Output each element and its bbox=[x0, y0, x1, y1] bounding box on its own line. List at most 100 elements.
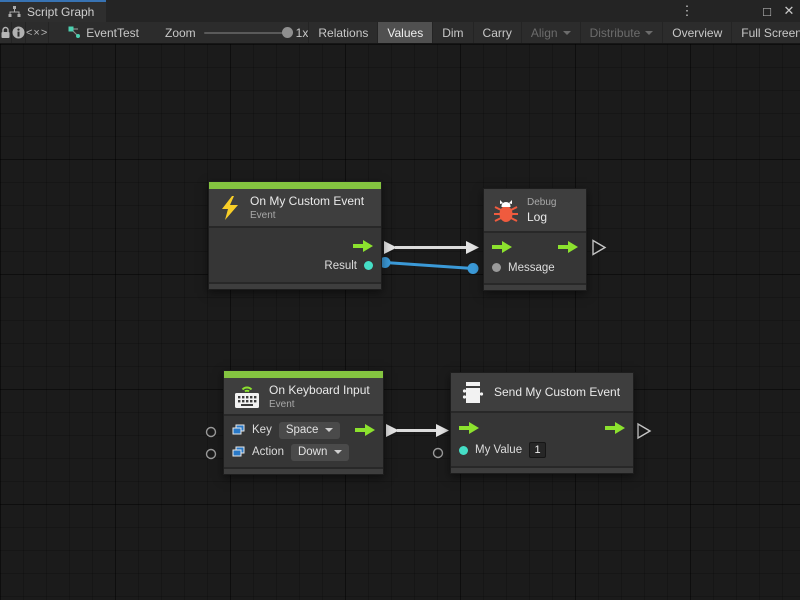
node-header[interactable]: On Keyboard Input Event bbox=[224, 378, 383, 416]
flow-out-marker-log bbox=[593, 241, 605, 255]
zoom-value: 1x bbox=[296, 26, 309, 40]
my-value-port-label: My Value bbox=[475, 444, 522, 456]
keyboard-icon bbox=[234, 384, 260, 409]
node-title: On My Custom Event bbox=[250, 194, 364, 208]
result-port-dot[interactable] bbox=[364, 261, 373, 270]
graph-hierarchy-icon bbox=[8, 6, 21, 18]
unit-machine-icon bbox=[461, 381, 485, 404]
relations-button[interactable]: Relations bbox=[308, 22, 377, 43]
tab-script-graph[interactable]: Script Graph bbox=[0, 0, 106, 22]
my-value-port-row[interactable]: My Value bbox=[451, 439, 633, 461]
unconnected-port-action bbox=[207, 450, 216, 459]
values-button[interactable]: Values bbox=[377, 22, 432, 43]
graph-canvas[interactable]: On My Custom Event Event Result bbox=[0, 44, 800, 600]
lightning-bolt-icon bbox=[219, 196, 241, 220]
node-body: My Value bbox=[451, 413, 633, 466]
key-dropdown[interactable]: Space bbox=[279, 422, 341, 439]
node-body: Key Space Action Do bbox=[224, 416, 383, 467]
inline-value-icon bbox=[232, 446, 245, 458]
graph-reference[interactable]: EventTest bbox=[67, 22, 139, 43]
flow-out-marker-send bbox=[638, 424, 650, 438]
graph-asset-icon bbox=[67, 26, 81, 39]
value-wire-result-to-message bbox=[380, 257, 479, 274]
code-toggle-button[interactable]: <×> bbox=[26, 22, 49, 43]
relations-label: Relations bbox=[318, 26, 368, 40]
message-port-label: Message bbox=[508, 262, 555, 274]
chevron-down-icon bbox=[334, 450, 342, 454]
node-body: Message bbox=[484, 233, 586, 283]
code-toggle-icon: <×> bbox=[26, 27, 48, 39]
node-footer bbox=[451, 466, 633, 473]
node-title: Log bbox=[527, 210, 556, 224]
chevron-down-icon bbox=[645, 31, 653, 35]
node-header[interactable]: Send My Custom Event bbox=[451, 373, 633, 413]
node-on-my-custom-event[interactable]: On My Custom Event Event Result bbox=[208, 181, 382, 290]
flow-out-arrow-icon bbox=[605, 422, 625, 434]
key-port-row[interactable]: Key Space bbox=[224, 419, 383, 441]
maximize-icon[interactable]: □ bbox=[756, 4, 778, 19]
node-on-keyboard-input[interactable]: On Keyboard Input Event Key Space bbox=[223, 370, 384, 475]
node-debug-log[interactable]: Debug Log Message bbox=[483, 188, 587, 291]
overview-button[interactable]: Overview bbox=[662, 22, 731, 43]
distribute-label: Distribute bbox=[590, 26, 641, 40]
flow-out-arrow-icon bbox=[355, 424, 375, 436]
node-header[interactable]: On My Custom Event Event bbox=[209, 189, 381, 228]
dim-button[interactable]: Dim bbox=[432, 22, 472, 43]
flow-wire-custom-event-to-log bbox=[384, 241, 479, 254]
flow-in-arrow-icon bbox=[492, 241, 512, 253]
fullscreen-label: Full Screen bbox=[741, 26, 800, 40]
action-dropdown-value: Down bbox=[298, 446, 327, 458]
node-footer bbox=[224, 467, 383, 474]
message-port-dot[interactable] bbox=[492, 263, 501, 272]
node-subtitle: Event bbox=[269, 399, 370, 410]
info-icon bbox=[12, 26, 25, 39]
result-port-label: Result bbox=[324, 260, 357, 272]
node-footer bbox=[209, 282, 381, 289]
node-category: Debug bbox=[527, 197, 556, 208]
zoom-slider-handle[interactable] bbox=[282, 27, 293, 38]
graph-name: EventTest bbox=[86, 26, 139, 40]
key-dropdown-value: Space bbox=[286, 424, 319, 436]
flow-out-arrow-icon bbox=[558, 241, 578, 253]
node-subtitle: Event bbox=[250, 210, 364, 221]
unconnected-port-key bbox=[207, 428, 216, 437]
toolbar-toggles: Relations Values Dim Carry Align Distrib… bbox=[308, 22, 800, 43]
connection-wires bbox=[0, 44, 800, 600]
align-label: Align bbox=[531, 26, 558, 40]
zoom-slider[interactable] bbox=[204, 32, 288, 34]
chevron-down-icon bbox=[563, 31, 571, 35]
node-body: Result bbox=[209, 228, 381, 282]
lock-button[interactable] bbox=[0, 22, 12, 43]
node-header[interactable]: Debug Log bbox=[484, 189, 586, 233]
inline-value-icon bbox=[232, 424, 245, 436]
event-accent-strip bbox=[224, 371, 383, 378]
action-port-row[interactable]: Action Down bbox=[224, 441, 383, 463]
align-dropdown[interactable]: Align bbox=[521, 22, 580, 43]
carry-label: Carry bbox=[483, 26, 512, 40]
action-dropdown[interactable]: Down bbox=[291, 444, 349, 461]
result-port-row[interactable]: Result bbox=[209, 257, 381, 274]
fullscreen-button[interactable]: Full Screen bbox=[731, 22, 800, 43]
flow-ports-row[interactable] bbox=[451, 417, 633, 439]
script-graph-window: Script Graph ⋮ □ ✕ <×> bbox=[0, 0, 800, 600]
node-send-my-custom-event[interactable]: Send My Custom Event My Value bbox=[450, 372, 634, 474]
window-menu-icon[interactable]: ⋮ bbox=[676, 3, 698, 19]
my-value-input[interactable] bbox=[529, 442, 546, 458]
close-icon[interactable]: ✕ bbox=[778, 3, 800, 19]
inspect-button[interactable] bbox=[12, 22, 26, 43]
distribute-dropdown[interactable]: Distribute bbox=[580, 22, 663, 43]
node-title: Send My Custom Event bbox=[494, 385, 620, 399]
message-port-row[interactable]: Message bbox=[484, 257, 586, 278]
carry-button[interactable]: Carry bbox=[473, 22, 521, 43]
flow-ports-row[interactable] bbox=[484, 236, 586, 257]
flow-out-port-row[interactable] bbox=[209, 237, 381, 255]
node-title: On Keyboard Input bbox=[269, 383, 370, 397]
action-port-label: Action bbox=[252, 446, 284, 458]
my-value-port-dot[interactable] bbox=[459, 446, 468, 455]
overview-label: Overview bbox=[672, 26, 722, 40]
lock-icon bbox=[0, 26, 11, 39]
event-accent-strip bbox=[209, 182, 381, 189]
unconnected-port-my-value bbox=[434, 449, 443, 458]
chevron-down-icon bbox=[325, 428, 333, 432]
bug-icon bbox=[494, 197, 518, 223]
